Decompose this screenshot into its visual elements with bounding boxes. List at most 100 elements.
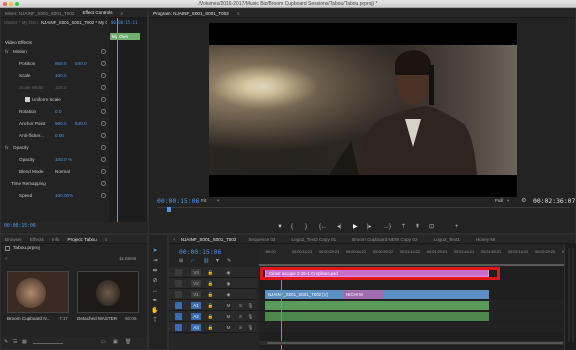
microphone-icon[interactable]: 🎙 [247,324,254,331]
video-track-header[interactable]: V2 🔒 ◉ [169,278,257,289]
mark-out-icon[interactable]: } [305,223,307,231]
effect-row[interactable]: Anchor Point 960.0 540.0 [1,119,109,129]
type-icon[interactable]: T [151,317,159,325]
tab-broom-cupboard[interactable]: Broom Cupboard NEW Copy 02 [348,235,429,243]
project-item[interactable] [7,271,69,313]
program-current-time[interactable]: 00:00:15:06 [157,197,199,205]
play-icon[interactable]: ▶ [353,223,358,231]
tab-sequence-02[interactable]: Sequence 02 [244,235,287,243]
effect-value[interactable]: 100.0 % [55,157,72,162]
scrollbar[interactable] [259,341,575,345]
zoom-slider[interactable] [33,343,63,344]
sequence-clip-label[interactable]: NJAINF_S001_S001_T002 * My Own [41,20,107,25]
panel-menu-icon[interactable]: ≡ [101,235,112,243]
list-view-icon[interactable]: ☰ [13,339,17,345]
effect-value[interactable]: 100.0 [55,73,67,78]
step-forward-icon[interactable]: |▸ [367,223,372,231]
project-item[interactable] [77,271,139,313]
tab-logo2-text1[interactable]: Logo2_Text1 [430,235,472,243]
linked-selection-icon[interactable]: ⛓ [203,258,209,264]
scroll-thumb[interactable] [267,342,563,344]
tab-info[interactable]: Info [48,235,64,243]
audio-track-header[interactable]: A1 🔒 M S 🎙 [169,300,257,311]
reset-parameter-icon[interactable] [101,85,106,90]
lock-icon[interactable]: 🔒 [207,313,214,320]
fx-badge[interactable]: fx [5,145,8,150]
ec-timecode[interactable]: 00:00:15:06 [4,224,36,229]
fx-badge[interactable]: fx [5,49,8,54]
uniform-scale-checkbox[interactable] [25,97,30,102]
solo-icon[interactable]: S [237,302,244,309]
source-patch-toggle[interactable] [175,291,182,298]
effect-row[interactable]: Speed 100.00% [1,191,109,201]
microphone-icon[interactable]: 🎙 [247,313,254,320]
effect-value[interactable]: 100.0 [55,85,67,90]
audio-clip-a1[interactable] [265,301,489,310]
effect-value[interactable]: Normal [55,169,70,174]
tab-sequence-main[interactable]: NJAINF_S001_S001_T002 [177,235,245,243]
program-video-frame[interactable] [209,23,517,197]
reset-parameter-icon[interactable] [101,121,106,126]
add-marker-icon[interactable]: ▼ [277,223,283,231]
mute-icon[interactable]: M [225,302,232,309]
quality-dropdown[interactable]: Full ▾ [495,198,517,205]
ripple-edit-icon[interactable]: ⇼ [151,267,159,275]
track-label[interactable]: V1 [191,291,201,298]
source-patch-toggle[interactable] [175,324,182,331]
timeline-ruler[interactable]: :00:00 00:00:14:23 00:00:29:23 00:00:44:22 0… [259,245,576,267]
tab-audio-clip-mixer[interactable]: Mixer: NJAINF_S001_S001_T002 [1,9,78,17]
trash-icon[interactable]: 🗑 [125,339,131,345]
tab-effect-controls[interactable]: Effect Controls [78,9,116,17]
effect-row[interactable]: fx Motion [1,47,109,57]
lift-icon[interactable]: ⇡ [401,223,406,231]
track-label[interactable]: A2 [191,313,201,320]
effect-value[interactable]: 960.0 [55,121,67,126]
audio-track-header[interactable]: A3 🔒 M S 🎙 [169,322,257,333]
effect-controls-timeline[interactable]: 00:00:15:11 My Own [109,18,147,223]
source-patch-toggle[interactable] [175,280,182,287]
effect-row[interactable]: Blend Mode Normal [1,167,109,177]
snap-icon[interactable]: ∩ [191,258,195,264]
effect-row[interactable]: Scale 100.0 [1,71,109,81]
source-patch-toggle[interactable] [175,302,182,309]
solo-icon[interactable]: S [237,324,244,331]
effect-row[interactable]: Opacity 100.0 % [1,155,109,165]
tab-project[interactable]: Project: Tabou [64,235,101,243]
lock-icon[interactable]: 🔒 [207,324,214,331]
scrub-playhead[interactable] [167,207,171,212]
audio-track-header[interactable]: A2 🔒 M S 🎙 [169,311,257,322]
ec-clip-bar[interactable]: My Own [110,33,140,40]
audio-clip-a2[interactable] [265,312,489,321]
slip-icon[interactable]: ↔ [151,287,159,295]
nest-icon[interactable]: ⊞ [179,258,183,264]
track-label[interactable]: V3 [191,269,201,276]
search-icon[interactable]: ⌕ [5,256,8,262]
reset-parameter-icon[interactable] [101,169,106,174]
reset-parameter-icon[interactable] [101,181,106,186]
razor-icon[interactable]: ⊘ [151,277,159,285]
effect-value[interactable]: 100.00% [55,193,73,198]
reset-parameter-icon[interactable] [101,133,106,138]
short-video-clip[interactable]: NICHI M [343,290,383,299]
effect-value[interactable]: 960.0 [55,61,67,66]
effect-value-secondary[interactable]: 540.0 [75,121,87,126]
source-patch-toggle[interactable] [175,269,182,276]
effect-row[interactable]: Scale Width 100.0 [1,83,109,93]
effect-row[interactable]: Anti-flicker... 0.00 [1,131,109,141]
reset-parameter-icon[interactable] [101,61,106,66]
effect-value[interactable]: 0.00 [55,133,64,138]
effect-row[interactable]: Position 960.0 540.0 [1,59,109,69]
mute-icon[interactable]: M [225,324,232,331]
eye-icon[interactable]: ◉ [225,291,232,298]
add-button-icon[interactable]: + [455,223,459,231]
reset-parameter-icon[interactable] [101,193,106,198]
reset-parameter-icon[interactable] [101,145,106,150]
reset-parameter-icon[interactable] [101,97,106,102]
effect-row[interactable]: Time Remapping [1,179,109,189]
tab-effects[interactable]: Effects [26,235,48,243]
track-a3[interactable] [259,322,575,333]
video-track-header[interactable]: V1 🔒 ◉ [169,289,257,300]
tab-program[interactable]: Program: NJAINF_S001_S001_T002 [149,9,233,17]
extract-icon[interactable]: ⇞ [415,223,420,231]
microphone-icon[interactable]: 🎙 [247,302,254,309]
